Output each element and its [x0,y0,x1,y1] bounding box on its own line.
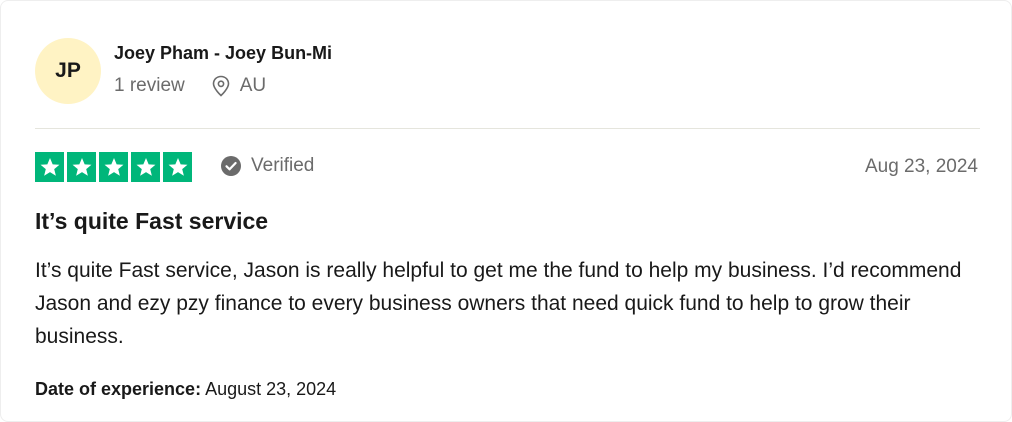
reviewer-name[interactable]: Joey Pham - Joey Bun-Mi [114,43,332,64]
star-icon [67,152,96,182]
experience-date: August 23, 2024 [205,379,337,399]
verified-badge[interactable]: Verified [220,155,314,177]
review-card: JP Joey Pham - Joey Bun-Mi 1 review AU V… [0,0,1012,422]
avatar-initials: JP [55,59,81,82]
reviewer-meta: 1 review AU [114,75,266,97]
location-pin-icon [212,75,230,97]
check-circle-icon [221,156,241,176]
reviewer-location: AU [239,75,267,96]
star-icon [35,152,64,182]
review-date: Aug 23, 2024 [864,156,978,177]
verified-label: Verified [251,155,315,176]
star-icon [163,152,192,182]
experience-label: Date of experience: [35,379,202,399]
star-icon [99,152,128,182]
star-icon [131,152,160,182]
star-rating [35,152,192,182]
review-title[interactable]: It’s quite Fast service [35,208,268,235]
review-count: 1 review [114,75,185,96]
date-of-experience: Date of experience: August 23, 2024 [35,379,336,400]
divider [35,128,980,129]
avatar[interactable]: JP [35,38,101,104]
review-body: It’s quite Fast service, Jason is really… [35,259,962,348]
